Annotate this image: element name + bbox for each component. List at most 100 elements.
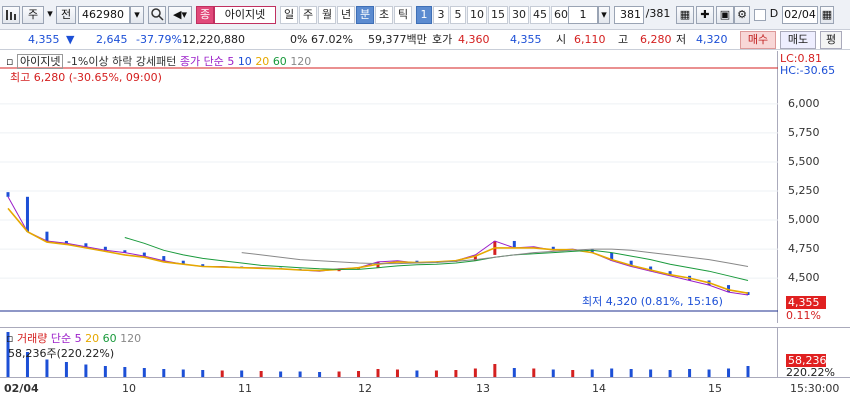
price-tick-label: 5,500 [788, 154, 820, 168]
stock-badge-label: 종 [199, 8, 211, 21]
ask-label: 호가 [432, 33, 453, 46]
legend-ma-label: 종가 단순 [179, 55, 224, 68]
date-input[interactable]: 02/04 [782, 6, 818, 24]
stock-name-field[interactable]: 아이지넷 [214, 6, 276, 24]
interval-button[interactable]: 5 [450, 6, 466, 24]
time-tick-label: 13 [476, 382, 490, 395]
price-change: 2,645 [96, 33, 128, 46]
eval-button[interactable]: 평 [820, 31, 842, 49]
high-label: 고 [618, 33, 629, 46]
market-dropdown-icon[interactable]: ▾ [46, 6, 54, 24]
quote-bar: 4,355 ▼ 2,645 -37.79% 12,220,880 0% 67.0… [0, 30, 850, 50]
volume-bar [688, 369, 692, 377]
mode-button[interactable]: 전 [56, 6, 76, 24]
price-change-pct: -37.79% [136, 33, 182, 46]
volume-bar [493, 364, 497, 377]
count-input[interactable]: 381 [614, 6, 644, 24]
high-value: 6,280 [640, 33, 672, 46]
time-tick-label: 11 [238, 382, 252, 395]
price-tick-label: 5,250 [788, 184, 820, 197]
volume-bar [551, 369, 555, 377]
settings-icon[interactable]: ⚙ [734, 6, 750, 24]
low-value: 4,320 [696, 33, 728, 46]
mode-label: 전 [60, 8, 72, 21]
volume-chart-pane[interactable]: ▫ 거래량 단순 5 20 60 120 58,236주(220.22%) [0, 327, 778, 377]
interval-button[interactable]: 45 [530, 6, 550, 24]
volume-bar [590, 369, 594, 377]
volume-bar [395, 369, 399, 377]
sell-button[interactable]: 매도 [780, 31, 816, 49]
price-tick-label: 5,000 [788, 213, 820, 227]
volume-bar [454, 370, 458, 377]
legend-pattern: -1%이상 하락 강세패턴 [66, 55, 177, 68]
volume-bar [668, 370, 672, 377]
interval-button[interactable]: 15 [488, 6, 508, 24]
date-checkbox-label: D [768, 6, 780, 24]
chart-type-icon[interactable] [2, 6, 20, 24]
volume-ma5: 5 [74, 332, 82, 345]
volume-legend: ▫ 거래량 단순 5 20 60 120 [6, 330, 141, 346]
interval-button[interactable]: 1 [416, 6, 432, 24]
volume-bar [571, 370, 575, 377]
period-button[interactable]: 주 [299, 6, 317, 24]
price-tick-label: 5,750 [788, 125, 820, 139]
volume-bar [64, 362, 68, 377]
interval-button[interactable]: 10 [467, 6, 487, 24]
calendar-icon[interactable]: ▦ [820, 6, 834, 24]
price-tick-label: 4,750 [788, 242, 820, 256]
chart-toolbar: 주 ▾ 전 462980 ▾ ◀▾ 종 아이지넷 일주월년분초틱 1 3 5 10 15… [0, 0, 850, 30]
volume-bar [473, 368, 477, 377]
interval-input[interactable]: 1 [568, 6, 598, 24]
time-tick-label: 02/04 [4, 382, 39, 395]
interval-input-value: 1 [579, 8, 587, 21]
period-button[interactable]: 분 [356, 6, 374, 24]
code-dropdown-icon[interactable]: ▾ [130, 6, 144, 24]
buy-button-label: 매수 [747, 33, 769, 46]
interval-dropdown-icon[interactable]: ▾ [598, 6, 610, 24]
time-tick-label: 12 [358, 382, 372, 395]
volume-bar [103, 366, 107, 377]
period-button[interactable]: 일 [280, 6, 298, 24]
period-button[interactable]: 초 [375, 6, 393, 24]
speaker-icon[interactable]: ◀▾ [168, 6, 192, 24]
price-tick-label: 4,500 [788, 271, 820, 285]
date-input-value: 02/04 [784, 8, 816, 21]
market-type-label: 주 [27, 8, 39, 21]
date-checkbox[interactable] [754, 9, 766, 21]
interval-button[interactable]: 30 [509, 6, 529, 24]
search-icon[interactable] [148, 6, 166, 24]
buy-button[interactable]: 매수 [740, 31, 776, 49]
price-chart-pane[interactable]: ▫ 아이지넷 -1%이상 하락 강세패턴 종가 단순 5 10 20 60 12… [0, 51, 778, 323]
amount-value: 59,377백만 [368, 33, 427, 46]
count-total-label: /381 [645, 7, 671, 20]
price-chart-svg [0, 67, 778, 312]
period-button[interactable]: 틱 [394, 6, 412, 24]
price-line [7, 196, 749, 296]
volume-ma60: 60 [102, 332, 117, 345]
crosshair-icon[interactable]: ✚ [696, 6, 714, 24]
volume-bar [181, 369, 185, 377]
volume-axis: 58,236 220.22% [778, 327, 850, 379]
open-label: 시 [556, 33, 567, 46]
stock-code-value: 462980 [82, 8, 124, 21]
period-button[interactable]: 년 [337, 6, 355, 24]
interval-button[interactable]: 3 [433, 6, 449, 24]
time-axis-clock: 15:30:00 [790, 382, 840, 395]
market-type-select[interactable]: 주 [22, 6, 44, 24]
stock-code-input[interactable]: 462980 [78, 6, 130, 24]
volume-ma-label: 단순 [50, 332, 72, 345]
save-icon[interactable]: ▣ [716, 6, 734, 24]
volume-bar [45, 359, 49, 377]
candle [512, 240, 516, 248]
volume-bar [727, 368, 731, 377]
period-button[interactable]: 월 [318, 6, 336, 24]
grid-icon[interactable]: ▦ [676, 6, 694, 24]
time-tick-label: 10 [122, 382, 136, 395]
legend-stock-name: 아이지넷 [16, 54, 64, 69]
volume-bar [649, 369, 653, 377]
volume-bar [512, 368, 516, 377]
pct-tag: 0.11% [786, 309, 821, 322]
volume-bar [123, 367, 127, 377]
legend-ma5: 5 [227, 55, 235, 68]
count-total: /381 [644, 6, 672, 24]
